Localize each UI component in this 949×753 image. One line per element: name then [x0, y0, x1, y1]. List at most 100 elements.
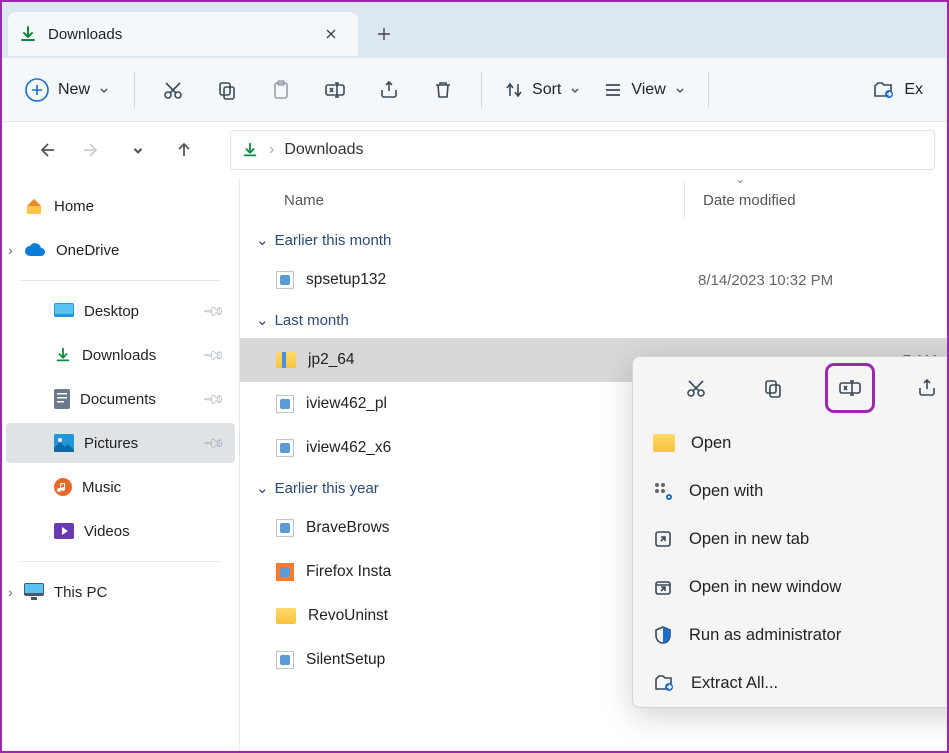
sidebar-label: Videos — [84, 523, 130, 540]
file-name: iview462_x6 — [306, 439, 686, 457]
shield-icon — [653, 625, 673, 645]
forward-button[interactable] — [72, 130, 112, 170]
back-button[interactable] — [26, 130, 66, 170]
ctx-open-with[interactable]: Open with › — [633, 467, 947, 515]
column-date[interactable]: ⌄ Date modified — [684, 182, 796, 218]
sidebar-item-onedrive[interactable]: › OneDrive — [6, 230, 235, 270]
file-name: Firefox Insta — [306, 563, 686, 581]
download-icon — [54, 346, 72, 364]
new-tab-icon — [653, 529, 673, 549]
exe-icon — [276, 651, 294, 669]
share-button[interactable] — [365, 70, 413, 110]
breadcrumb-current[interactable]: Downloads — [284, 141, 363, 159]
zip-folder-icon — [276, 352, 296, 368]
ctx-open-new-window[interactable]: Open in new window — [633, 563, 947, 611]
context-quick-actions — [633, 357, 947, 419]
chevron-down-icon: ⌄ — [256, 479, 269, 497]
pin-icon: 📌︎ — [202, 387, 227, 412]
sort-button[interactable]: Sort — [496, 70, 589, 110]
new-window-icon — [653, 577, 673, 597]
chevron-right-icon[interactable]: › — [8, 242, 13, 258]
sidebar-item-documents[interactable]: Documents 📌︎ — [6, 379, 235, 419]
divider — [20, 280, 221, 281]
cloud-icon — [24, 242, 46, 258]
sidebar: Home › OneDrive Desktop 📌︎ Downloads 📌︎ … — [2, 178, 240, 751]
file-row[interactable]: spsetup132 8/14/2023 10:32 PM — [240, 258, 947, 302]
address-bar[interactable]: › Downloads — [230, 130, 935, 170]
file-name: iview462_pl — [306, 395, 686, 413]
exe-icon — [276, 271, 294, 289]
ctx-open-new-tab[interactable]: Open in new tab — [633, 515, 947, 563]
extract-icon — [653, 673, 675, 693]
document-icon — [54, 389, 70, 409]
close-icon[interactable] — [318, 21, 344, 47]
navigation-row: › Downloads — [2, 122, 947, 178]
share-button[interactable] — [905, 366, 948, 410]
up-button[interactable] — [164, 130, 204, 170]
recent-button[interactable] — [118, 130, 158, 170]
new-tab-button[interactable] — [362, 12, 406, 56]
ctx-label: Extract All... — [691, 674, 778, 693]
sidebar-label: This PC — [54, 584, 107, 601]
pin-icon: 📌︎ — [202, 343, 227, 368]
ctx-run-admin[interactable]: Run as administrator — [633, 611, 947, 659]
context-menu: Open Enter Open with › Open in new tab O… — [632, 356, 947, 708]
file-date: 8/14/2023 10:32 PM — [698, 272, 833, 289]
ctx-label: Open — [691, 434, 731, 453]
group-last-month[interactable]: ⌄ Last month — [240, 302, 947, 338]
sidebar-label: Home — [54, 198, 94, 215]
sidebar-item-pictures[interactable]: Pictures 📌︎ — [6, 423, 235, 463]
sidebar-label: Documents — [80, 391, 156, 408]
delete-button[interactable] — [419, 70, 467, 110]
tab-downloads[interactable]: Downloads — [8, 12, 358, 56]
ctx-open[interactable]: Open Enter — [633, 419, 947, 467]
column-name[interactable]: Name — [284, 192, 684, 209]
chevron-down-icon: ⌄ — [256, 231, 269, 249]
pictures-icon — [54, 434, 74, 452]
content-area: Name ⌄ Date modified ⌄ Earlier this mont… — [240, 178, 947, 751]
sidebar-item-desktop[interactable]: Desktop 📌︎ — [6, 291, 235, 331]
copy-button[interactable] — [203, 70, 251, 110]
chevron-right-icon[interactable]: › — [8, 584, 13, 600]
sidebar-item-home[interactable]: Home — [6, 186, 235, 226]
view-label: View — [631, 81, 665, 99]
sort-indicator-icon: ⌄ — [735, 178, 745, 186]
folder-icon — [653, 434, 675, 452]
download-icon — [241, 141, 259, 159]
tab-bar: Downloads — [2, 2, 947, 58]
new-button[interactable]: New — [18, 70, 120, 110]
rename-button[interactable] — [311, 70, 359, 110]
ctx-label: Open in new tab — [689, 530, 809, 549]
sidebar-item-downloads[interactable]: Downloads 📌︎ — [6, 335, 235, 375]
ctx-label: Open with — [689, 482, 763, 501]
computer-icon — [24, 583, 44, 601]
rename-button[interactable] — [828, 366, 872, 410]
new-label: New — [58, 81, 90, 99]
ctx-extract-all[interactable]: Extract All... — [633, 659, 947, 707]
exe-icon — [276, 519, 294, 537]
sort-label: Sort — [532, 81, 561, 99]
divider — [134, 72, 135, 108]
file-name: RevoUninst — [308, 607, 688, 625]
toolbar: New Sort View Ex — [2, 58, 947, 122]
exe-icon — [276, 439, 294, 457]
sidebar-item-videos[interactable]: Videos — [6, 511, 235, 551]
sidebar-label: Downloads — [82, 347, 156, 364]
view-button[interactable]: View — [595, 70, 693, 110]
sidebar-label: OneDrive — [56, 242, 119, 259]
copy-button[interactable] — [751, 366, 795, 410]
cut-button[interactable] — [674, 366, 718, 410]
sidebar-item-music[interactable]: Music — [6, 467, 235, 507]
pin-icon: 📌︎ — [202, 431, 227, 456]
cut-button[interactable] — [149, 70, 197, 110]
sidebar-label: Music — [82, 479, 121, 496]
sidebar-label: Pictures — [84, 435, 138, 452]
apps-icon — [653, 481, 673, 501]
download-icon — [18, 24, 38, 44]
file-name: BraveBrows — [306, 519, 686, 537]
group-earlier-month[interactable]: ⌄ Earlier this month — [240, 222, 947, 258]
paste-button[interactable] — [257, 70, 305, 110]
extract-button[interactable]: Ex — [864, 70, 931, 110]
sidebar-item-thispc[interactable]: › This PC — [6, 572, 235, 612]
tab-label: Downloads — [48, 26, 308, 43]
